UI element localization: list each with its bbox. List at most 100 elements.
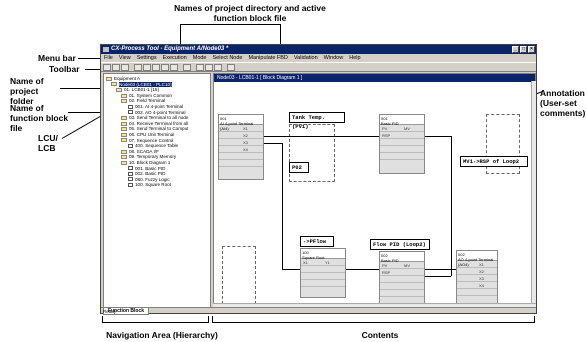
annotation-lcu: LCU/ LCB: [38, 133, 58, 153]
connection-wire: [425, 136, 451, 137]
table-icon[interactable]: [170, 64, 178, 71]
connection-wire: [451, 136, 452, 276]
folder-icon: [121, 121, 127, 126]
annotation-leader: [280, 24, 281, 46]
status-bar: Ready: [101, 307, 536, 314]
annotation-function-block-file: Name of function block file: [10, 103, 69, 133]
menu-manipulate-fbd[interactable]: Manipulate FBD: [248, 54, 287, 62]
annotation-note[interactable]: ->PFlow: [300, 236, 334, 247]
properties-icon[interactable]: [214, 64, 222, 71]
file-icon: [128, 110, 133, 115]
app-window: CX-Process Tool - Equipment A/Node03 * _…: [100, 44, 537, 315]
new-icon[interactable]: [103, 64, 111, 71]
menu-help[interactable]: Help: [349, 54, 360, 62]
placeholder-block: [222, 246, 256, 304]
file-icon: [128, 177, 133, 182]
annotation-leader: [102, 316, 103, 323]
annotation-leader: [180, 24, 181, 46]
file-icon: [128, 171, 133, 176]
toolbar-separator: [223, 64, 226, 71]
menu-window[interactable]: Window: [324, 54, 344, 62]
folder-icon: [121, 160, 127, 165]
annotation-leader: [180, 24, 280, 25]
menu-bar: File View Settings Execution Mode Select…: [101, 54, 536, 62]
folder-icon: [121, 127, 127, 132]
menu-execution[interactable]: Execution: [163, 54, 187, 62]
print-icon[interactable]: [134, 64, 142, 71]
close-button[interactable]: ×: [528, 46, 535, 53]
wire-icon[interactable]: [152, 64, 160, 71]
annotation-user-comments: Annotation (User-set comments): [540, 88, 586, 118]
function-block[interactable]: 100 Square Root X1 Y1: [300, 248, 346, 298]
annotation-top-label: Names of project directory and active fu…: [174, 3, 326, 23]
folder-icon: [121, 132, 127, 137]
annotation-note[interactable]: Tank Temp. (PV1): [289, 112, 345, 130]
annotation-leader: [85, 69, 100, 70]
tool-icon[interactable]: [183, 64, 191, 71]
annotation-note[interactable]: P02: [289, 162, 309, 173]
minimize-button[interactable]: _: [512, 46, 519, 53]
folder-icon: [111, 82, 117, 87]
annotation-note[interactable]: MV1->RSP of Loop2: [460, 156, 528, 167]
function-block[interactable]: 002 Basic PID PV MV RSP: [379, 251, 425, 305]
file-icon: [128, 104, 133, 109]
list-icon[interactable]: [205, 64, 213, 71]
menu-mode[interactable]: Mode: [193, 54, 207, 62]
toolbar: [101, 62, 536, 72]
file-icon: [128, 166, 133, 171]
menu-select-node[interactable]: Select Node: [213, 54, 243, 62]
function-block[interactable]: 002 AO 4-point Terminal (AO4) X1 X2 X3 X4: [456, 250, 498, 304]
content-title: Node03 - LCB01-1 [ Block Diagram 1 ]: [214, 74, 535, 82]
annotation-leader: [534, 316, 535, 323]
connection-wire: [282, 269, 300, 270]
folder-icon: [121, 155, 127, 160]
tree-node[interactable]: 100. Square Root: [106, 182, 210, 188]
connection-wire: [264, 143, 282, 144]
tool-icon[interactable]: [161, 64, 169, 71]
annotation-toolbar: Toolbar: [49, 64, 80, 74]
annotation-leader: [212, 322, 534, 323]
annotation-menu-bar: Menu bar: [38, 53, 76, 63]
connection-wire: [264, 136, 379, 137]
function-block[interactable]: 001 AI 4-point Terminal (AI4) X1 X2 X3 X4: [218, 114, 264, 180]
menu-file[interactable]: File: [104, 54, 113, 62]
menu-view[interactable]: View: [119, 54, 131, 62]
app-icon: [103, 47, 109, 52]
folder-icon: [116, 87, 122, 92]
connection-wire: [346, 269, 379, 270]
annotation-leader: [208, 316, 209, 323]
menu-validation[interactable]: Validation: [294, 54, 318, 62]
pointer-icon[interactable]: [143, 64, 151, 71]
toolbar-separator: [130, 64, 133, 71]
folder-icon: [121, 99, 127, 104]
folder-icon: [121, 138, 127, 143]
annotation-note[interactable]: Flow PID (Loop2): [370, 239, 430, 250]
annotation-contents: Contents: [361, 330, 399, 340]
help-icon[interactable]: [227, 64, 235, 71]
file-icon: [128, 183, 133, 188]
open-icon[interactable]: [112, 64, 120, 71]
contents-pane: Node03 - LCB01-1 [ Block Diagram 1 ] 001…: [213, 73, 536, 308]
vertical-scrollbar[interactable]: [531, 81, 536, 303]
connection-wire: [425, 276, 451, 277]
file-icon: [128, 143, 133, 148]
connection-wire: [425, 269, 456, 270]
window-title: CX-Process Tool - Equipment A/Node03 *: [111, 46, 229, 52]
save-icon[interactable]: [121, 64, 129, 71]
annotation-nav-area: Navigation Area (Hierarchy): [106, 330, 218, 340]
folder-icon: [121, 149, 127, 154]
annotation-project-folder: Name of project folder: [10, 76, 44, 106]
toolbar-separator: [192, 64, 195, 71]
title-bar: CX-Process Tool - Equipment A/Node03 * _…: [101, 45, 536, 54]
function-block[interactable]: 001 Basic PID PV MV RSP: [379, 114, 425, 174]
placeholder-block: [289, 124, 335, 182]
connection-wire: [282, 143, 283, 269]
grid-icon[interactable]: [196, 64, 204, 71]
maximize-button[interactable]: □: [520, 46, 527, 53]
menu-settings[interactable]: Settings: [137, 54, 157, 62]
folder-icon: [121, 115, 127, 120]
toolbar-separator: [179, 64, 182, 71]
folder-icon: [121, 93, 127, 98]
annotation-leader: [212, 316, 213, 323]
folder-icon: [106, 76, 112, 81]
